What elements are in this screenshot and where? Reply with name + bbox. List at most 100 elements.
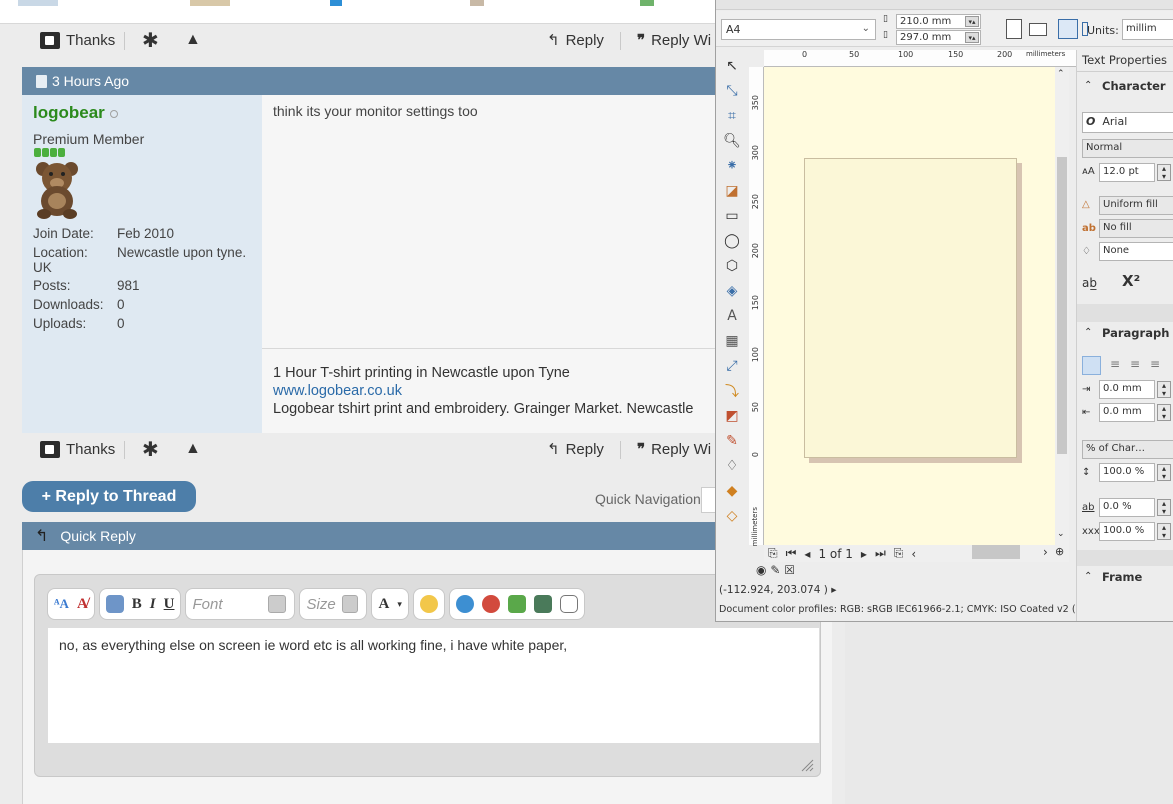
page-size-select[interactable]: A4 ⌄ bbox=[721, 19, 876, 40]
star-icon[interactable]: ✱ bbox=[142, 439, 159, 461]
indent-left-field[interactable]: 0.0 mm bbox=[1099, 403, 1155, 422]
insert-video-icon[interactable] bbox=[533, 595, 552, 613]
reply-with-quote-button-2[interactable]: ❞ Reply Wi bbox=[637, 439, 711, 459]
dimension-tool-icon[interactable]: ⤢ bbox=[723, 358, 741, 374]
rectangle-tool-icon[interactable]: ▭ bbox=[723, 208, 741, 224]
page-height-field[interactable]: 297.0 mm ▾▴ bbox=[896, 30, 981, 45]
quote-bubble-icon[interactable] bbox=[559, 595, 578, 613]
align-right-icon[interactable]: ≡ bbox=[1130, 357, 1140, 371]
size-select[interactable]: Size bbox=[299, 588, 368, 620]
reply-with-quote-button[interactable]: ❞ Reply Wi bbox=[637, 30, 711, 50]
polygon-tool-icon[interactable]: ⬡ bbox=[723, 258, 741, 274]
indent-first-field[interactable]: 0.0 mm bbox=[1099, 380, 1155, 399]
shapes-tool-icon[interactable]: ◈ bbox=[723, 283, 741, 299]
interactive-fill-icon[interactable]: ◇ bbox=[723, 508, 741, 524]
first-page-icon[interactable]: ⏮ bbox=[786, 546, 797, 561]
signature-link[interactable]: www.logobear.co.uk bbox=[273, 383, 402, 399]
indent-first-spin[interactable]: ▴ ▾ bbox=[1157, 381, 1171, 398]
character-section[interactable]: Character bbox=[1102, 79, 1166, 93]
crop-tool-icon[interactable]: ⌗ bbox=[723, 108, 741, 124]
remove-format-icon[interactable]: ᴬA bbox=[54, 596, 69, 612]
align-center-icon[interactable]: ≡ bbox=[1110, 357, 1120, 371]
indent-left-spin[interactable]: ▴ ▾ bbox=[1157, 404, 1171, 421]
scroll-up-icon[interactable]: ⌃ bbox=[1057, 69, 1065, 79]
paste-icon[interactable] bbox=[105, 595, 124, 613]
reply-textarea[interactable]: no, as everything else on screen ie word… bbox=[48, 628, 819, 743]
char-spacing-spin[interactable]: ▴ ▾ bbox=[1157, 499, 1171, 516]
collapse-frame-icon[interactable]: ⌃ bbox=[1084, 571, 1092, 582]
font-style-field[interactable]: Normal bbox=[1082, 139, 1173, 158]
bold-button[interactable]: B bbox=[132, 596, 142, 613]
connector-tool-icon[interactable]: ⤵ bbox=[723, 383, 741, 400]
page-width-field[interactable]: 210.0 mm ▾▴ bbox=[896, 14, 981, 29]
line-spacing-spin[interactable]: ▴ ▾ bbox=[1157, 464, 1171, 481]
insert-link-icon[interactable] bbox=[455, 595, 474, 613]
line-spacing-field[interactable]: 100.0 % bbox=[1099, 463, 1155, 482]
copy-icon[interactable] bbox=[1058, 19, 1078, 39]
no-fill-icon[interactable]: ☒ bbox=[784, 563, 795, 577]
reply-button[interactable]: ↰ Reply bbox=[547, 30, 604, 50]
portrait-icon[interactable] bbox=[1006, 19, 1022, 39]
insert-page-icon[interactable]: ⎘ bbox=[768, 546, 778, 561]
landscape-icon[interactable] bbox=[1029, 23, 1047, 36]
vertical-scroll-thumb[interactable] bbox=[1057, 157, 1067, 454]
zoom-tool-icon[interactable]: 🔍︎ bbox=[723, 133, 741, 149]
char-spacing-field[interactable]: 0.0 % bbox=[1099, 498, 1155, 517]
height-spin[interactable]: ▾▴ bbox=[965, 32, 979, 43]
width-spin[interactable]: ▾▴ bbox=[965, 16, 979, 27]
outline-tool-icon[interactable]: ♢ bbox=[723, 458, 741, 474]
font-style-icon[interactable]: A̸ bbox=[77, 596, 88, 613]
report-icon[interactable]: ▲ bbox=[185, 439, 201, 459]
frame-section[interactable]: Frame bbox=[1102, 570, 1142, 584]
thanks-button[interactable]: Thanks bbox=[40, 30, 115, 50]
thanks-button-2[interactable]: Thanks bbox=[40, 439, 115, 459]
prev-page-icon[interactable]: ◂ bbox=[804, 547, 810, 561]
superscript-icon[interactable]: X² bbox=[1122, 272, 1140, 290]
interactive-tool-icon[interactable]: ⁕ bbox=[723, 158, 741, 174]
last-page-icon[interactable]: ⏭ bbox=[875, 546, 886, 561]
collapse-paragraph-icon[interactable]: ⌃ bbox=[1084, 327, 1092, 338]
text-color-button[interactable]: A ▾ bbox=[371, 588, 409, 620]
drawing-canvas[interactable] bbox=[764, 67, 1055, 545]
text-tool-icon[interactable]: A bbox=[723, 308, 741, 324]
no-fill-select[interactable]: No fill bbox=[1099, 219, 1173, 238]
font-name-field[interactable]: O Arial bbox=[1082, 112, 1173, 133]
paragraph-section[interactable]: Paragraph bbox=[1102, 326, 1169, 340]
smiley-icon[interactable] bbox=[419, 595, 438, 613]
zoom-icon[interactable]: ⊕ bbox=[1055, 545, 1064, 558]
resize-grip-icon[interactable] bbox=[800, 758, 814, 772]
scroll-right-icon[interactable]: › bbox=[1043, 545, 1048, 559]
select-tool-icon[interactable]: ↖ bbox=[723, 58, 741, 74]
report-icon[interactable]: ▲ bbox=[185, 30, 201, 50]
italic-button[interactable]: I bbox=[150, 596, 156, 613]
justify-icon[interactable]: ≡ bbox=[1150, 357, 1160, 371]
blend-tool-icon[interactable]: ◩ bbox=[723, 408, 741, 424]
points-tool-icon[interactable]: ⤡ bbox=[723, 83, 741, 99]
eyedropper-tool-icon[interactable]: ✎ bbox=[723, 433, 741, 449]
reply-to-thread-button[interactable]: + Reply to Thread bbox=[22, 481, 196, 512]
underline-icon[interactable]: ab̲ bbox=[1082, 276, 1097, 290]
fill-bucket-icon[interactable]: ◆ bbox=[723, 483, 741, 499]
fill-tool-icon[interactable]: ◪ bbox=[723, 183, 741, 199]
document-page[interactable] bbox=[804, 158, 1017, 458]
username-link[interactable]: logobear bbox=[33, 103, 105, 123]
record-icon[interactable]: ◉ bbox=[756, 563, 766, 577]
remove-link-icon[interactable] bbox=[481, 595, 500, 613]
horizontal-scroll-thumb[interactable] bbox=[972, 545, 1020, 559]
scroll-down-icon[interactable]: ⌄ bbox=[1057, 529, 1065, 539]
font-size-field[interactable]: 12.0 pt bbox=[1099, 163, 1155, 182]
ellipse-tool-icon[interactable]: ◯ bbox=[723, 233, 741, 249]
pin-icon[interactable]: ✎ bbox=[770, 563, 780, 577]
outline-select[interactable]: None bbox=[1099, 242, 1173, 261]
word-spacing-field[interactable]: 100.0 % bbox=[1099, 522, 1155, 541]
font-select[interactable]: Font bbox=[185, 588, 296, 620]
reply-button-2[interactable]: ↰ Reply bbox=[547, 439, 604, 459]
underline-button[interactable]: U bbox=[164, 596, 175, 613]
table-tool-icon[interactable]: ▦ bbox=[723, 333, 741, 349]
collapse-character-icon[interactable]: ⌃ bbox=[1084, 80, 1092, 91]
scroll-left-icon[interactable]: ‹ bbox=[911, 547, 916, 561]
word-spacing-spin[interactable]: ▴ ▾ bbox=[1157, 523, 1171, 540]
play-icon[interactable]: ▸ bbox=[831, 584, 836, 596]
units-select[interactable]: millim bbox=[1122, 19, 1173, 40]
align-left-icon[interactable] bbox=[1082, 356, 1101, 375]
